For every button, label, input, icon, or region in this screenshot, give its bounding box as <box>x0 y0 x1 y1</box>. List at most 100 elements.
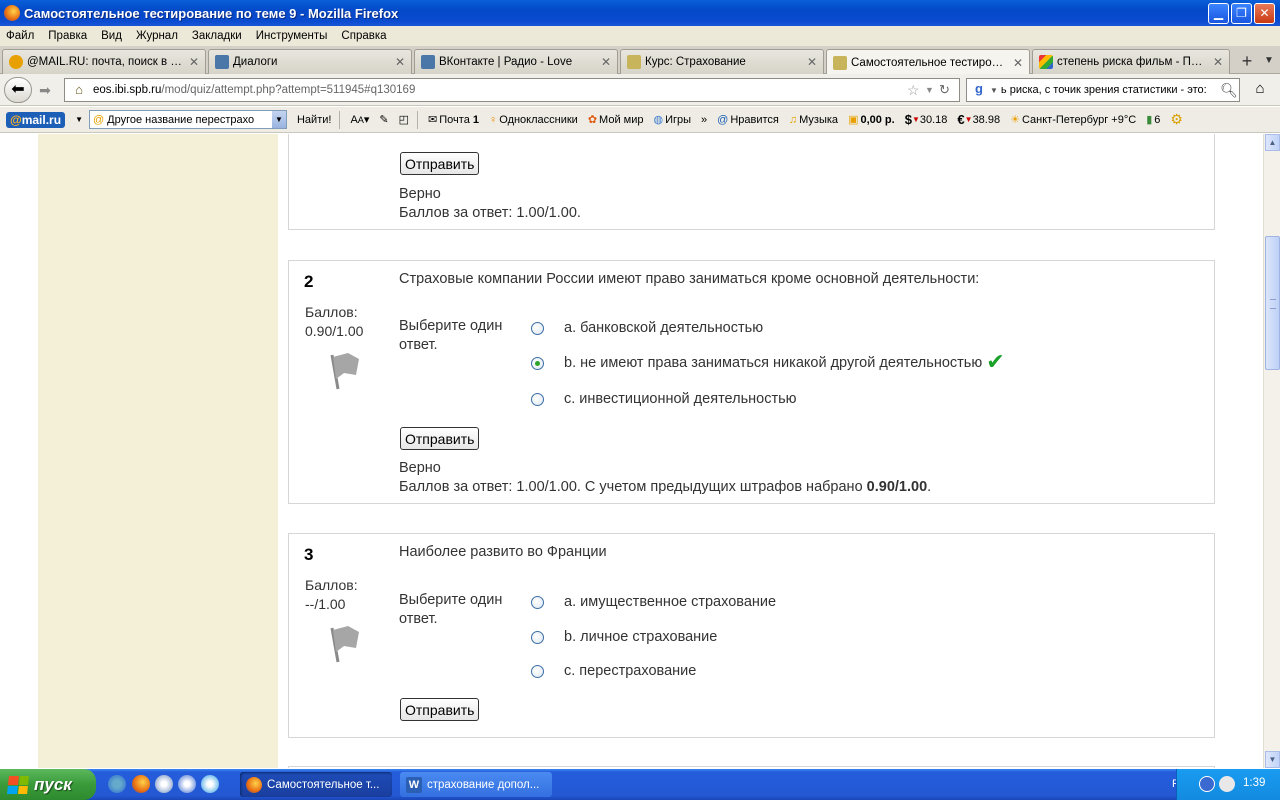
minimize-button[interactable]: ▁ <box>1208 2 1229 24</box>
question-2-submit-button[interactable]: Отправить <box>400 427 480 450</box>
page-scrollbar[interactable]: ▲ ▼ <box>1263 134 1280 768</box>
tab-dialogs[interactable]: Диалоги ✕ <box>208 49 412 74</box>
menu-help[interactable]: Справка <box>341 30 386 42</box>
mailru-find-button[interactable]: Найти! <box>297 114 331 126</box>
menu-bookmarks[interactable]: Закладки <box>192 30 242 42</box>
tab-close-icon[interactable]: ✕ <box>395 55 405 69</box>
usd-rate[interactable]: $ ▼ 30.18 <box>905 112 948 127</box>
answer-option-c[interactable]: c. инвестиционной деятельностью <box>531 389 797 409</box>
mail-link[interactable]: ✉ Почта 1 <box>428 113 479 127</box>
clock[interactable]: 1:39 <box>1243 777 1265 789</box>
moi-mir-link[interactable]: ✿ Мой мир <box>588 113 644 127</box>
url-text[interactable]: eos.ibi.spb.ru/mod/quiz/attempt.php?atte… <box>93 84 907 96</box>
search-input[interactable]: ь риска, с точик зрения статистики - это… <box>1001 84 1219 96</box>
taskbar-task-word[interactable]: W страхование допол... <box>400 772 552 797</box>
flag-icon[interactable] <box>326 349 362 393</box>
google-search-engine-icon[interactable]: g <box>970 81 988 99</box>
ie-icon[interactable] <box>108 775 126 793</box>
eur-rate[interactable]: € ▼ 38.98 <box>957 112 1000 127</box>
taskbar-task-firefox[interactable]: Самостоятельное т... <box>240 772 392 797</box>
font-size-icon[interactable]: A A ▾ <box>350 113 369 127</box>
question-3-submit-button[interactable]: Отправить <box>400 698 480 721</box>
firefox-quicklaunch-icon[interactable] <box>132 775 150 793</box>
quicklaunch-app-icon[interactable] <box>155 775 173 793</box>
back-button[interactable]: ⬅ <box>4 77 32 103</box>
sun-icon: ☀ <box>1010 114 1020 126</box>
quicklaunch-web-icon[interactable] <box>201 775 219 793</box>
mailru-search-input[interactable]: @ Другое название перестрахо ▼ <box>88 110 287 129</box>
firefox-icon <box>4 5 20 21</box>
menu-view[interactable]: Вид <box>101 30 122 42</box>
mailru-search-dropdown-icon[interactable]: ▼ <box>271 111 286 128</box>
scroll-up-arrow-icon[interactable]: ▲ <box>1265 134 1280 151</box>
tab-quiz[interactable]: Самостоятельное тестирован... ✕ <box>826 49 1030 75</box>
volume-icon[interactable] <box>1219 776 1235 792</box>
tab-close-icon[interactable]: ✕ <box>807 55 817 69</box>
search-bar[interactable]: g ▼ ь риска, с точик зрения статистики -… <box>966 78 1240 102</box>
forward-button[interactable]: ➡ <box>34 80 56 100</box>
odnoklassniki-link[interactable]: ♀ Одноклассники <box>489 114 578 126</box>
question-1-submit-button[interactable]: Отправить <box>400 152 480 175</box>
radio-button[interactable] <box>531 321 544 335</box>
radio-button[interactable] <box>531 664 544 678</box>
more-chevron-icon[interactable]: » <box>701 114 707 126</box>
tab-list-chevron-icon[interactable]: ▼ <box>1262 50 1276 72</box>
radio-button[interactable] <box>531 595 544 609</box>
tab-mailru[interactable]: @MAIL.RU: почта, поиск в ин... ✕ <box>2 49 206 74</box>
radio-button[interactable] <box>531 630 544 644</box>
menu-history[interactable]: Журнал <box>136 30 178 42</box>
mailru-menu-chevron-down-icon[interactable]: ▼ <box>75 115 83 124</box>
answer-option-a[interactable]: a. имущественное страхование <box>531 592 776 612</box>
settings-gear-icon[interactable]: ⚙ <box>1170 111 1183 128</box>
radio-button[interactable] <box>531 392 544 406</box>
screenshot-icon[interactable]: ◰ <box>399 113 409 126</box>
answer-option-a[interactable]: a. банковской деятельностью <box>531 318 763 338</box>
home-icon[interactable]: ⌂ <box>1248 80 1272 100</box>
answer-option-b[interactable]: b. личное страхование <box>531 627 717 647</box>
tab-vk-radio[interactable]: ВКонтакте | Радио - Love ✕ <box>414 49 618 74</box>
games-link[interactable]: ◍ Игры <box>653 113 691 127</box>
start-button[interactable]: пуск <box>0 769 96 800</box>
tab-close-icon[interactable]: ✕ <box>189 55 199 69</box>
menu-edit[interactable]: Правка <box>48 30 87 42</box>
menu-tools[interactable]: Инструменты <box>256 30 328 42</box>
mailru-logo[interactable]: @mail.ru <box>6 111 66 128</box>
page-content: Отправить Верно Баллов за ответ: 1.00/1.… <box>0 134 1263 768</box>
close-button[interactable]: ✕ <box>1254 2 1275 24</box>
window-title: Самостоятельное тестирование по теме 9 -… <box>24 5 399 21</box>
weather-link[interactable]: ☀ Санкт-Петербург +9°C <box>1010 113 1136 127</box>
tab-course[interactable]: Курс: Страхование ✕ <box>620 49 824 74</box>
traffic-link[interactable]: ▮ 6 <box>1146 113 1160 127</box>
question-2: 2 Баллов: 0.90/1.00 Страховые компании Р… <box>288 260 1215 504</box>
search-icon[interactable]: 🔍︎ <box>1219 82 1239 99</box>
answer-option-b[interactable]: b. не имеют права заниматься никакой дру… <box>531 352 1005 374</box>
tab-close-icon[interactable]: ✕ <box>1013 56 1023 70</box>
search-engine-dropdown-icon[interactable]: ▼ <box>990 86 998 95</box>
tab-google-search[interactable]: степень риска фильм - Поиск ... ✕ <box>1032 49 1230 74</box>
url-bar[interactable]: ⌂ eos.ibi.spb.ru/mod/quiz/attempt.php?at… <box>64 78 960 102</box>
moodle-icon <box>833 55 847 70</box>
dollar-icon: $ <box>904 112 912 127</box>
tab-close-icon[interactable]: ✕ <box>1213 55 1223 69</box>
new-tab-button[interactable]: + <box>1236 50 1258 72</box>
history-dropdown-icon[interactable]: ▼ <box>925 85 939 95</box>
tab-close-icon[interactable]: ✕ <box>601 55 611 69</box>
flag-icon[interactable] <box>326 622 362 666</box>
music-link[interactable]: ♫ Музыка <box>789 114 838 126</box>
reload-icon[interactable]: ↻ <box>939 82 959 98</box>
toolbar-divider <box>417 110 419 129</box>
radio-button-checked[interactable] <box>531 356 544 370</box>
balance-link[interactable]: ▣ 0,00 р. <box>848 113 895 127</box>
network-icon[interactable] <box>1199 776 1215 792</box>
likes-link[interactable]: @ Нравится <box>717 114 779 126</box>
question-grade: Баллов: 0.90/1.00 <box>305 304 364 339</box>
scroll-thumb[interactable] <box>1265 236 1280 370</box>
site-icon: ⌂ <box>75 82 83 97</box>
menu-file[interactable]: Файл <box>6 30 34 42</box>
answer-option-c[interactable]: c. перестрахование <box>531 661 696 681</box>
highlighter-icon[interactable]: ✎ <box>379 113 388 126</box>
media-player-icon[interactable] <box>178 775 196 793</box>
scroll-down-arrow-icon[interactable]: ▼ <box>1265 751 1280 768</box>
maximize-button[interactable]: ❐ <box>1231 2 1252 24</box>
bookmark-star-icon[interactable]: ☆ <box>907 82 925 99</box>
